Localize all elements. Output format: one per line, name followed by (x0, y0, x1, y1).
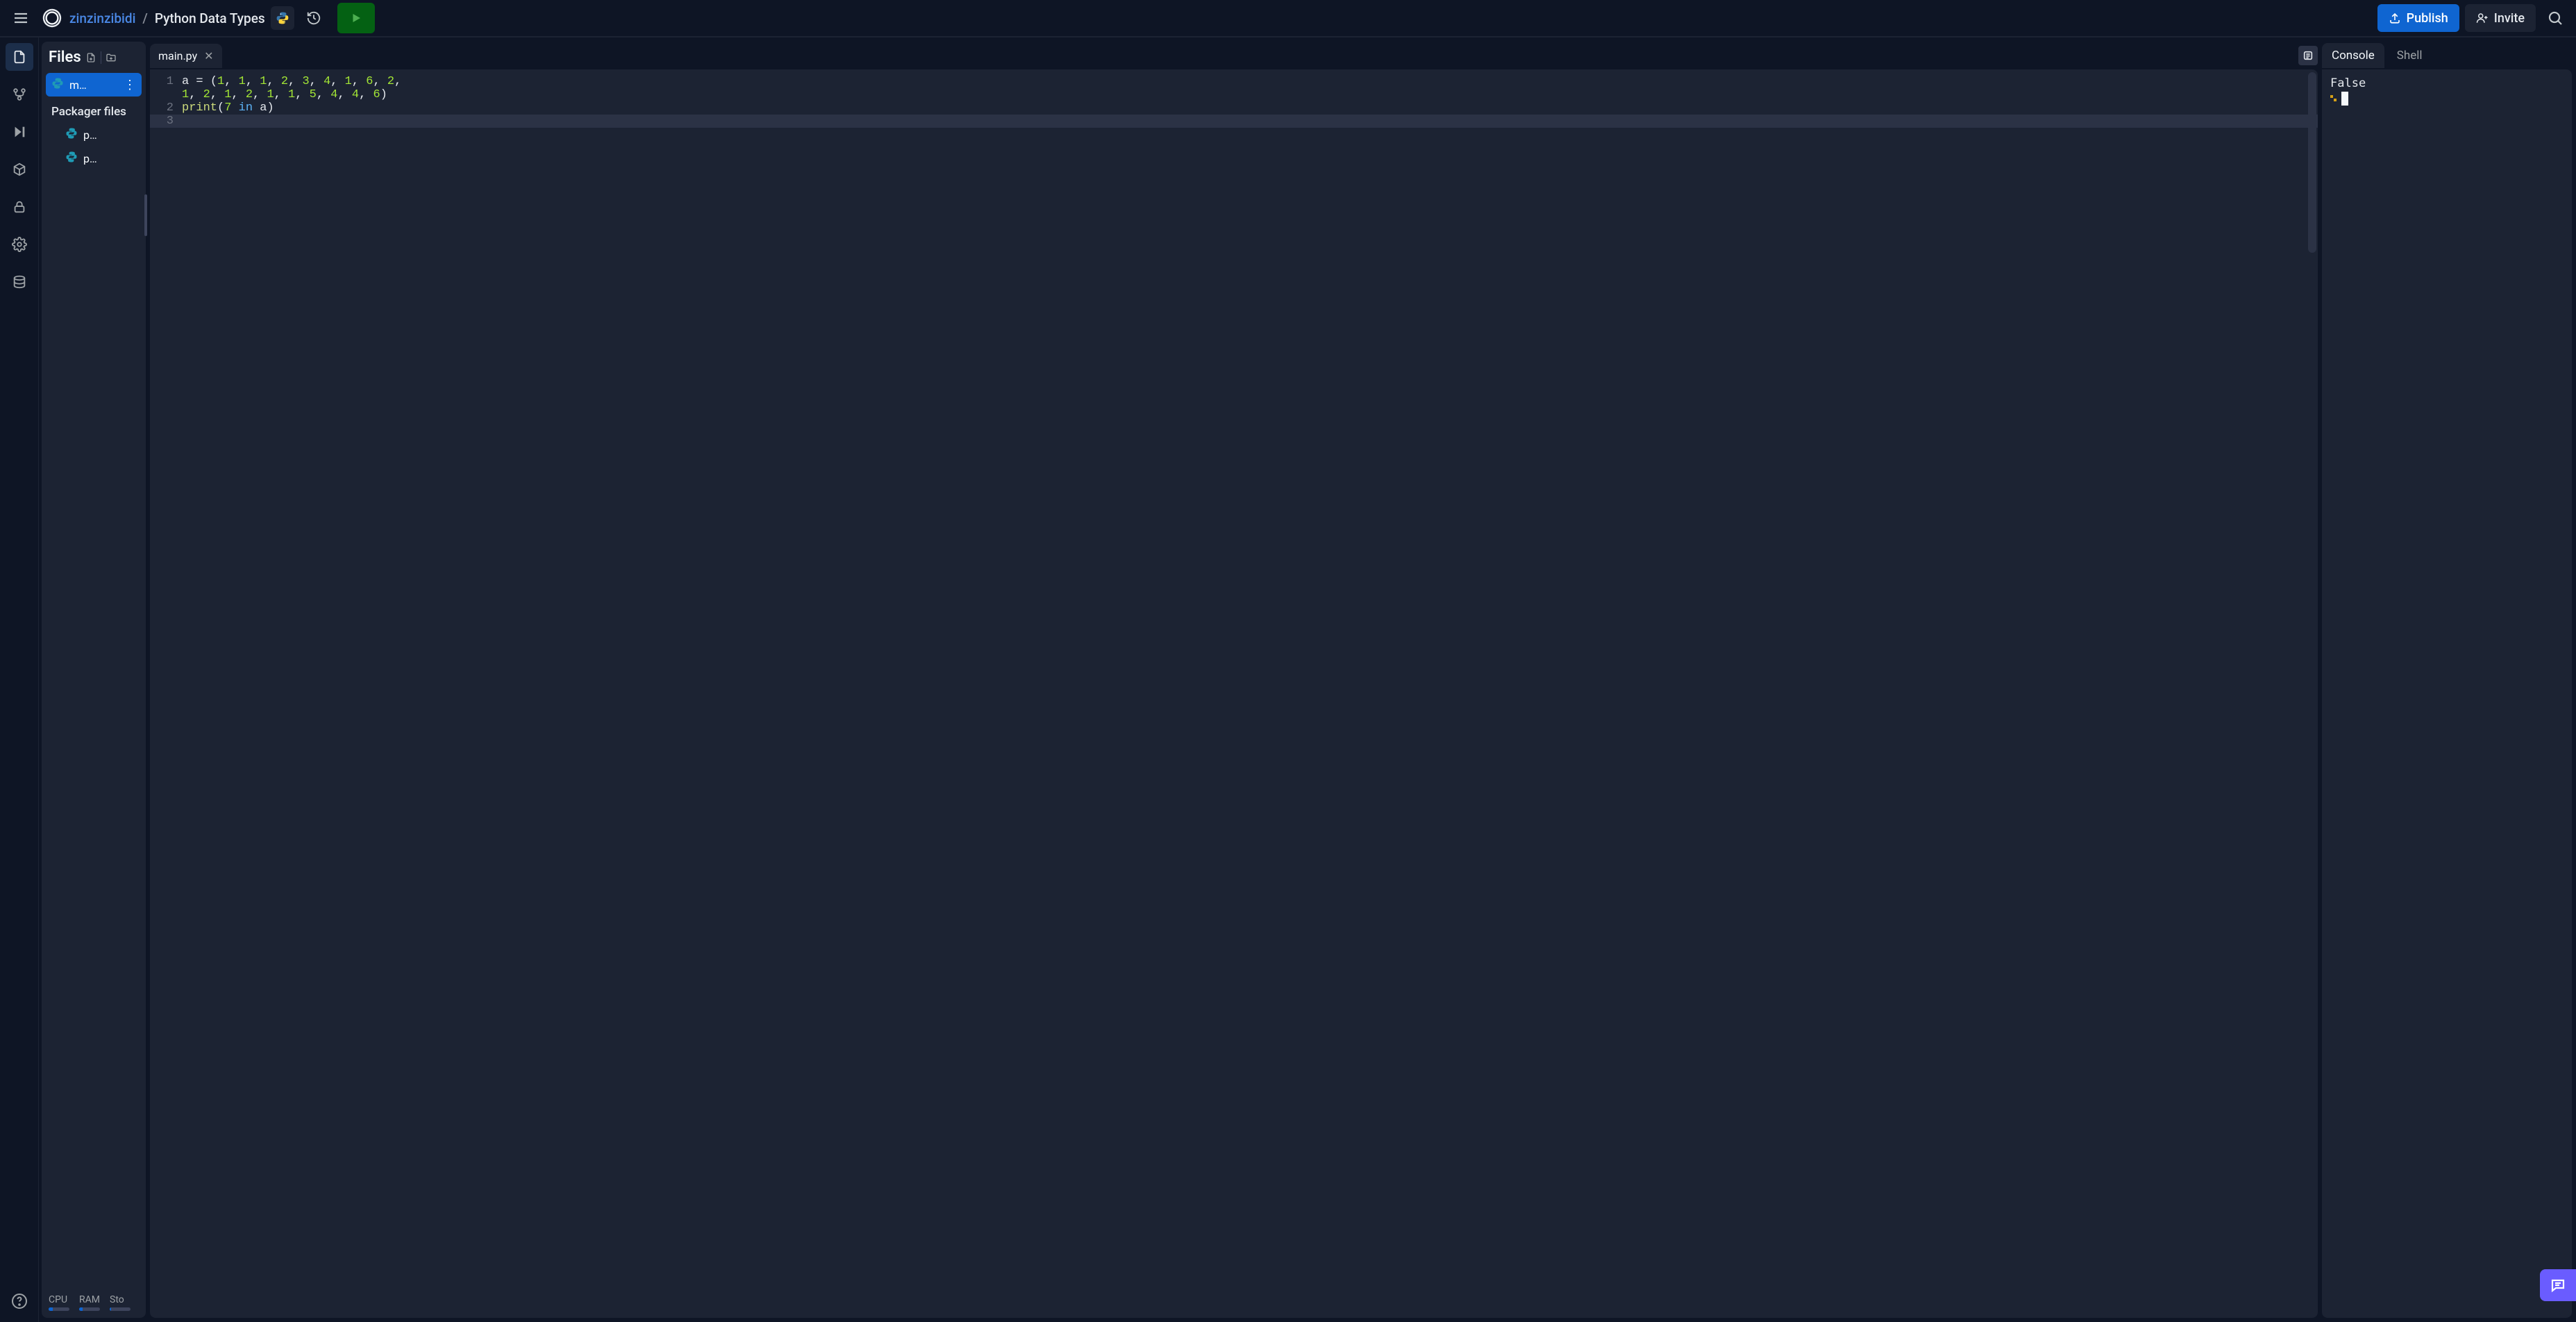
invite-label: Invite (2494, 11, 2525, 26)
replit-logo[interactable] (40, 6, 64, 30)
search-button[interactable] (2541, 4, 2569, 32)
header: zinzinzibidi / Python Data Types Publish… (0, 0, 2576, 37)
language-badge[interactable] (271, 6, 294, 30)
file-more-button[interactable]: ⋮ (124, 78, 136, 92)
file-label: p… (83, 128, 97, 142)
prompt-icon (2330, 95, 2337, 102)
files-scrollbar[interactable] (144, 194, 147, 236)
chat-icon (2550, 1277, 2566, 1294)
line-number: 1 (150, 75, 182, 88)
breadcrumb-separator: / (142, 10, 147, 26)
doc-icon (2303, 50, 2314, 61)
file-item[interactable]: m… ⋮ (46, 73, 142, 97)
settings-icon (12, 237, 27, 252)
database-icon (12, 274, 27, 290)
file-label: p… (83, 152, 97, 165)
editor-body[interactable]: 1a = (1, 1, 1, 2, 3, 4, 1, 6, 2, 1, 2, 1… (150, 69, 2318, 1318)
code-line[interactable]: 3 (150, 115, 2318, 128)
file-item[interactable]: p… (46, 147, 142, 170)
cpu-label: CPU (49, 1294, 69, 1305)
console-output: False (2330, 76, 2564, 90)
debugger-icon (12, 124, 27, 140)
new-folder-button[interactable] (106, 52, 117, 63)
rail-help[interactable] (6, 1287, 33, 1315)
menu-button[interactable] (7, 4, 35, 32)
python-icon (65, 151, 78, 166)
history-icon (306, 10, 321, 26)
code-content (182, 115, 2318, 128)
breadcrumb-repl-name[interactable]: Python Data Types (155, 10, 265, 26)
packages-icon (12, 162, 27, 177)
rail-secrets[interactable] (6, 193, 33, 221)
code-content: a = (1, 1, 1, 2, 3, 4, 1, 6, 2, (182, 75, 2318, 88)
console-body[interactable]: False (2322, 69, 2572, 1318)
code-line[interactable]: 1a = (1, 1, 1, 2, 3, 4, 1, 6, 2, (150, 75, 2318, 88)
storage-label: Sto (110, 1294, 131, 1305)
files-icon (12, 49, 27, 65)
line-number: 2 (150, 101, 182, 115)
files-panel: Files m…⋮ Packager files p…p… CPU RA (42, 42, 146, 1318)
code-content: print(7 in a) (182, 101, 2318, 115)
close-tab-button[interactable]: ✕ (204, 49, 213, 62)
markdown-preview-button[interactable] (2298, 46, 2318, 65)
editor-panel: main.py ✕ 1a = (1, 1, 1, 2, 3, 4, 1, 6, … (150, 42, 2318, 1318)
rail-version-control[interactable] (6, 81, 33, 108)
cpu-stat[interactable]: CPU (49, 1294, 69, 1311)
storage-stat[interactable]: Sto (110, 1294, 131, 1311)
play-icon (350, 12, 362, 24)
history-button[interactable] (300, 4, 328, 32)
console-tab-shell[interactable]: Shell (2387, 43, 2432, 68)
packager-section-label: Packager files (46, 97, 142, 123)
invite-button[interactable]: Invite (2465, 4, 2536, 32)
file-label: m… (69, 78, 118, 92)
publish-label: Publish (2407, 11, 2448, 26)
rail-settings[interactable] (6, 231, 33, 258)
resource-stats: CPU RAM Sto (46, 1290, 142, 1311)
new-folder-icon (106, 52, 117, 63)
rail-files[interactable] (6, 43, 33, 71)
editor-scrollbar[interactable] (2308, 72, 2316, 253)
cursor (2341, 92, 2348, 106)
python-icon (51, 77, 64, 92)
publish-button[interactable]: Publish (2377, 4, 2459, 32)
rail-database[interactable] (6, 268, 33, 296)
line-number: 3 (150, 115, 182, 128)
search-icon (2547, 10, 2564, 26)
upload-icon (2389, 12, 2401, 24)
python-icon (65, 127, 78, 142)
editor-tab[interactable]: main.py ✕ (150, 44, 222, 68)
run-button[interactable] (337, 3, 375, 33)
file-item[interactable]: p… (46, 123, 142, 147)
files-title: Files (49, 49, 81, 66)
breadcrumb-user[interactable]: zinzinzibidi (69, 10, 135, 26)
console-panel: ConsoleShell False (2322, 42, 2572, 1318)
person-add-icon (2476, 12, 2489, 24)
code-content: 1, 2, 1, 2, 1, 1, 5, 4, 4, 6) (182, 88, 2318, 101)
code-line[interactable]: 1, 2, 1, 2, 1, 1, 5, 4, 4, 6) (150, 88, 2318, 101)
help-icon (11, 1293, 28, 1310)
python-icon (276, 11, 289, 25)
code-line[interactable]: 2print(7 in a) (150, 101, 2318, 115)
new-file-button[interactable] (85, 52, 96, 63)
rail-packages[interactable] (6, 156, 33, 183)
ram-label: RAM (79, 1294, 100, 1305)
rail-debugger[interactable] (6, 118, 33, 146)
breadcrumb: zinzinzibidi / Python Data Types (69, 10, 265, 26)
chat-button[interactable] (2540, 1269, 2576, 1301)
console-tab-console[interactable]: Console (2322, 43, 2384, 68)
ram-stat[interactable]: RAM (79, 1294, 100, 1311)
new-file-icon (85, 52, 96, 63)
side-rail (0, 37, 39, 1322)
console-prompt[interactable] (2330, 92, 2564, 106)
secrets-icon (12, 199, 27, 215)
version-control-icon (12, 87, 27, 102)
line-number (150, 88, 182, 101)
editor-tab-filename: main.py (158, 49, 197, 62)
